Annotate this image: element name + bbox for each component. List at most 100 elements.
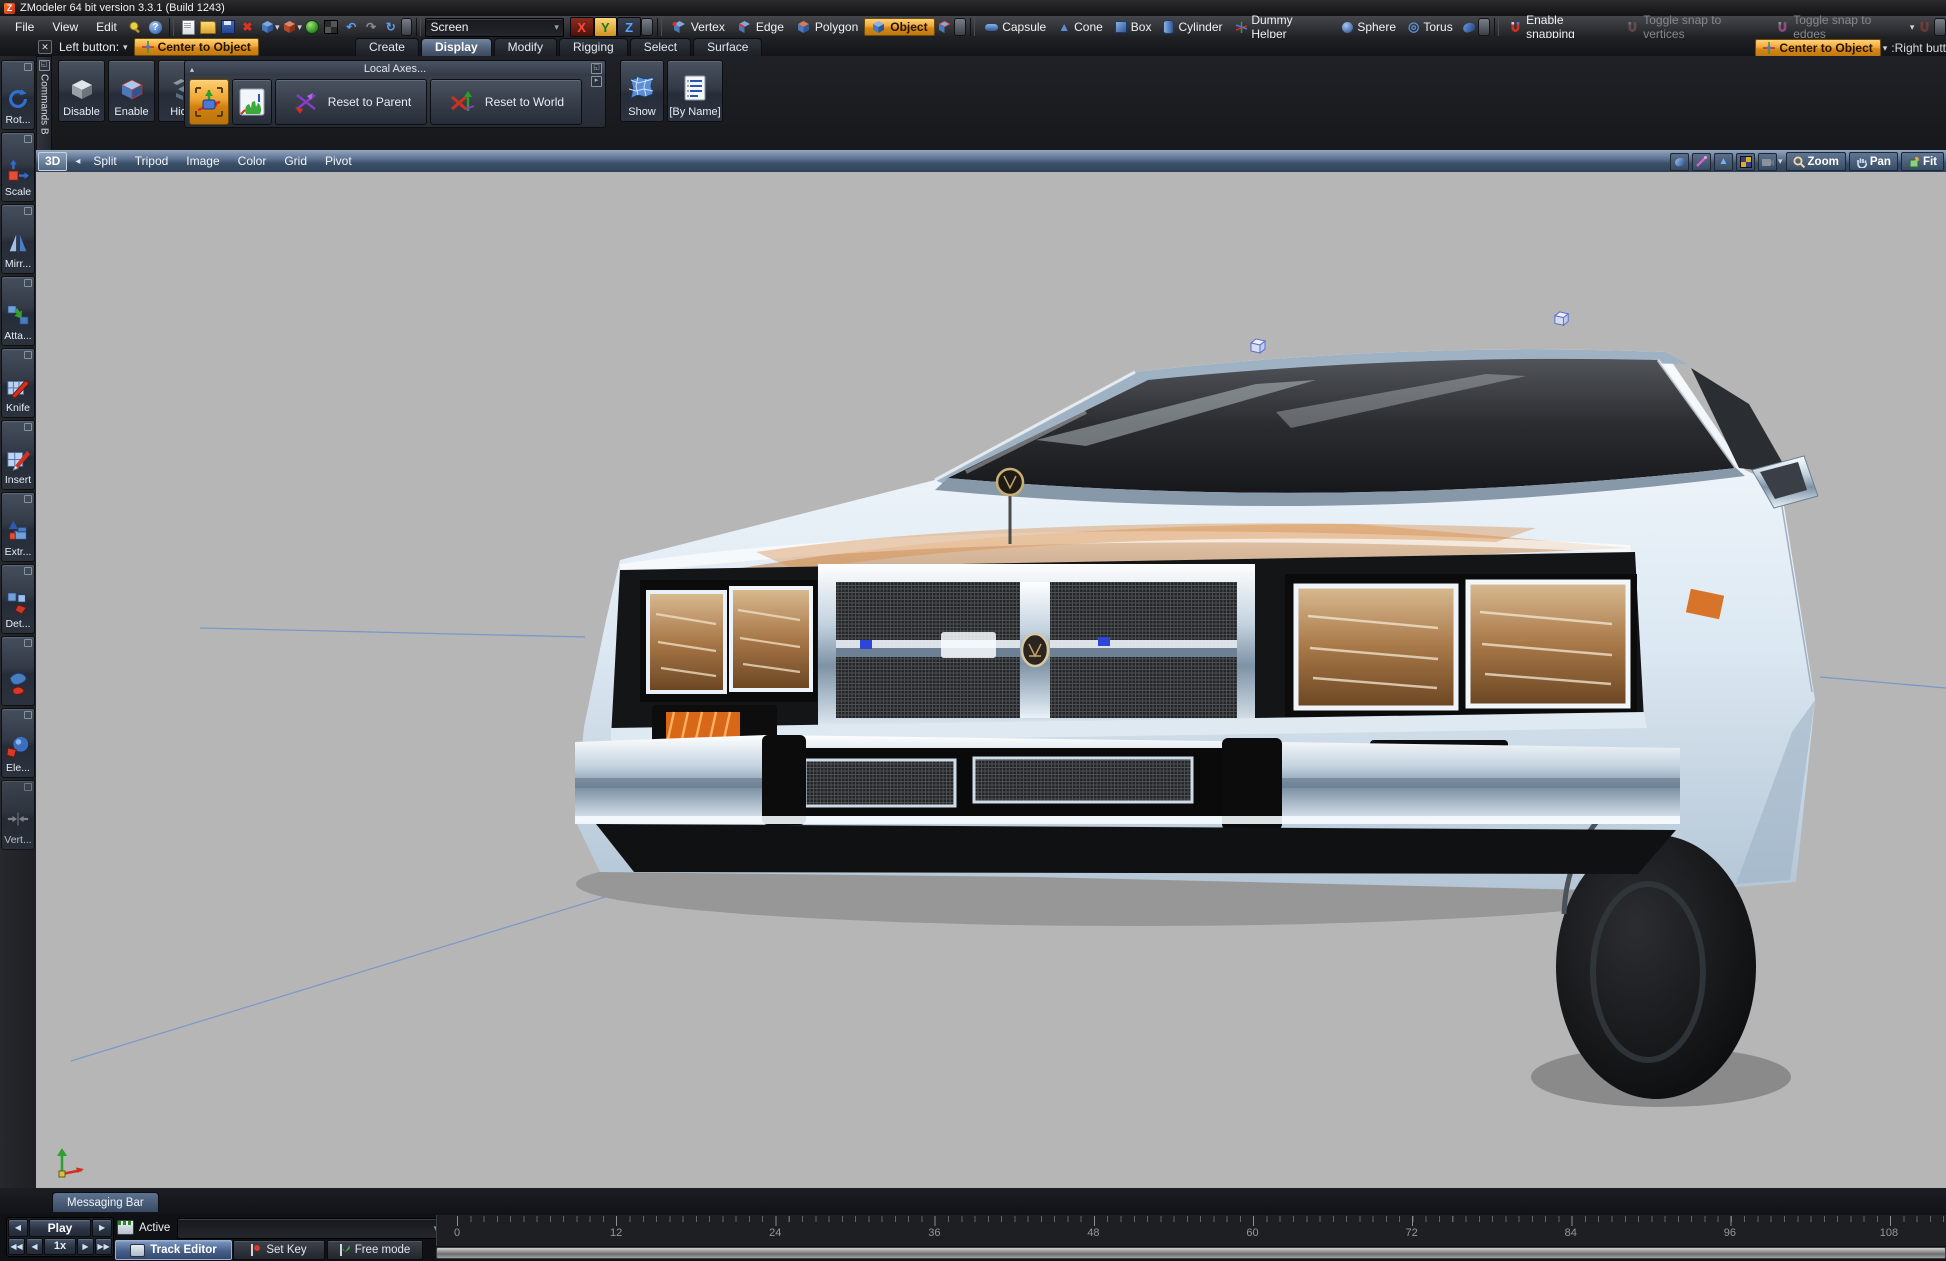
- tool-knife[interactable]: Knife: [1, 348, 35, 418]
- primitive-extra-icon[interactable]: [1459, 18, 1479, 36]
- left-action-button[interactable]: Center to Object: [134, 38, 259, 56]
- track-editor-button[interactable]: Track Editor: [115, 1240, 232, 1260]
- enable-button[interactable]: Enable: [108, 60, 155, 122]
- fast-forward-button[interactable]: ▶▶: [95, 1238, 112, 1256]
- tool-insert[interactable]: Insert: [1, 420, 35, 490]
- open-file-icon[interactable]: [198, 18, 218, 36]
- primitive-capsule-button[interactable]: Capsule: [979, 18, 1052, 36]
- show-button[interactable]: Show: [620, 60, 664, 122]
- help-icon[interactable]: ?: [146, 18, 166, 36]
- viewport-menu-image[interactable]: Image: [177, 154, 228, 168]
- cone-view-icon[interactable]: ▲: [1714, 153, 1733, 171]
- viewport-menu-pivot[interactable]: Pivot: [316, 154, 361, 168]
- new-file-icon[interactable]: [178, 18, 198, 36]
- pan-button[interactable]: Pan: [1849, 152, 1898, 171]
- viewport-3d[interactable]: [36, 172, 1946, 1188]
- undo-icon[interactable]: ↶: [341, 18, 361, 36]
- screen-combobox[interactable]: Screen ▾: [425, 18, 563, 37]
- redo-icon[interactable]: ↷: [361, 18, 381, 36]
- mode-extra-icon[interactable]: [935, 18, 955, 36]
- tab-surface[interactable]: Surface: [693, 38, 762, 56]
- right-action-button[interactable]: Center to Object: [1755, 39, 1880, 57]
- tool-detach[interactable]: Det...: [1, 564, 35, 634]
- tool-mirror[interactable]: Mirr...: [1, 204, 35, 274]
- set-key-button[interactable]: Set Key: [233, 1240, 325, 1260]
- axis-x-button[interactable]: X: [570, 17, 594, 37]
- mode-vertex-button[interactable]: Vertex: [666, 18, 731, 36]
- local-axes-header[interactable]: ▴ Local Axes...: [185, 61, 605, 76]
- save-file-icon[interactable]: [218, 18, 238, 36]
- step-forward-button[interactable]: ▶: [77, 1238, 94, 1256]
- left-button-caret-icon[interactable]: ▾: [123, 42, 128, 53]
- toolbar-overflow-button[interactable]: [401, 18, 413, 36]
- tool-extrude[interactable]: Extr...: [1, 492, 35, 562]
- tool-rotate[interactable]: Rot...: [1, 60, 35, 130]
- messaging-bar-tab[interactable]: Messaging Bar: [52, 1192, 159, 1212]
- wire-pen-icon[interactable]: [1692, 153, 1711, 171]
- dummy-helper-icon[interactable]: [1555, 312, 1568, 325]
- primitive-cone-button[interactable]: ▲Cone: [1052, 18, 1109, 36]
- axis-options-button[interactable]: [641, 18, 653, 36]
- menu-edit[interactable]: Edit: [87, 18, 126, 36]
- rewind-button[interactable]: ◀◀: [8, 1238, 25, 1256]
- mode-polygon-button[interactable]: Polygon: [790, 18, 864, 36]
- tool-attach[interactable]: Atta...: [1, 276, 35, 346]
- fit-button[interactable]: Fit: [1901, 152, 1944, 171]
- collapse-icon[interactable]: ▴: [190, 65, 194, 74]
- enable-snapping-button[interactable]: Enable snapping: [1503, 18, 1620, 36]
- tab-create[interactable]: Create: [355, 38, 419, 56]
- free-mode-button[interactable]: Free mode: [327, 1240, 423, 1260]
- skip-end-button[interactable]: ▶: [92, 1219, 112, 1237]
- timeline-scrollbar[interactable]: [436, 1247, 1946, 1259]
- zoom-button[interactable]: Zoom: [1786, 152, 1846, 171]
- expand-panel-icon[interactable]: ◱: [591, 63, 602, 74]
- close-panel-icon[interactable]: ✕: [38, 40, 52, 54]
- material-icon[interactable]: [322, 18, 342, 36]
- pin-panel-icon[interactable]: ◱: [39, 60, 50, 71]
- shading-icon[interactable]: [1670, 153, 1689, 171]
- axis-y-button[interactable]: Y: [594, 17, 618, 37]
- animation-combobox[interactable]: ▾: [177, 1218, 443, 1239]
- pick-axes-button[interactable]: [232, 79, 272, 125]
- tool-element[interactable]: Ele...: [1, 708, 35, 778]
- reset-to-parent-button[interactable]: Reset to Parent: [275, 79, 427, 125]
- viewport-menu-grid[interactable]: Grid: [275, 154, 316, 168]
- show-local-axes-button[interactable]: [189, 79, 229, 125]
- snap-edges-button[interactable]: Toggle snap to edges: [1770, 18, 1911, 36]
- primitive-torus-button[interactable]: ◎Torus: [1402, 18, 1459, 36]
- primitive-cylinder-button[interactable]: Cylinder: [1157, 18, 1228, 36]
- viewport-menu-color[interactable]: Color: [229, 154, 276, 168]
- primitive-options-button[interactable]: [1478, 18, 1490, 36]
- dummy-helper-icon[interactable]: [1251, 339, 1265, 353]
- view-mode-button[interactable]: 3D: [38, 152, 67, 171]
- viewport-menu-tripod[interactable]: Tripod: [126, 154, 178, 168]
- texture-view-icon[interactable]: [1736, 153, 1755, 171]
- more-panel-icon[interactable]: ▸: [591, 76, 602, 87]
- mode-edge-button[interactable]: Edge: [731, 18, 790, 36]
- camera-icon[interactable]: [1758, 153, 1777, 171]
- menu-view[interactable]: View: [43, 18, 87, 36]
- active-toggle[interactable]: Active: [117, 1218, 170, 1237]
- collapse-arrow-icon[interactable]: ◂: [75, 156, 80, 167]
- tab-select[interactable]: Select: [630, 38, 691, 56]
- viewport-menu-split[interactable]: Split: [84, 154, 125, 168]
- speed-button[interactable]: 1x: [44, 1238, 76, 1256]
- snap-extra-icon[interactable]: [1914, 18, 1934, 36]
- commands-bar-tab[interactable]: ◱ Commands B: [36, 56, 52, 152]
- primitive-dummy-button[interactable]: Dummy Helper: [1229, 18, 1337, 36]
- right-action-caret-icon[interactable]: ▾: [1883, 43, 1888, 54]
- tab-modify[interactable]: Modify: [494, 38, 557, 56]
- tool-weld-vertices[interactable]: Vert...: [1, 780, 35, 850]
- tab-rigging[interactable]: Rigging: [559, 38, 628, 56]
- refresh-icon[interactable]: ↻: [381, 18, 401, 36]
- view-caret-icon[interactable]: ▾: [1778, 156, 1783, 167]
- primitive-sphere-button[interactable]: Sphere: [1336, 18, 1402, 36]
- mode-object-button[interactable]: Object: [864, 18, 934, 36]
- by-name-button[interactable]: [By Name]: [667, 60, 723, 122]
- mode-options-button[interactable]: [954, 18, 966, 36]
- delete-icon[interactable]: ✖: [238, 18, 258, 36]
- tab-display[interactable]: Display: [421, 38, 492, 56]
- snap-vertices-button[interactable]: Toggle snap to vertices: [1620, 18, 1770, 36]
- play-button[interactable]: Play: [29, 1219, 91, 1237]
- snap-options-button[interactable]: [1934, 18, 1946, 36]
